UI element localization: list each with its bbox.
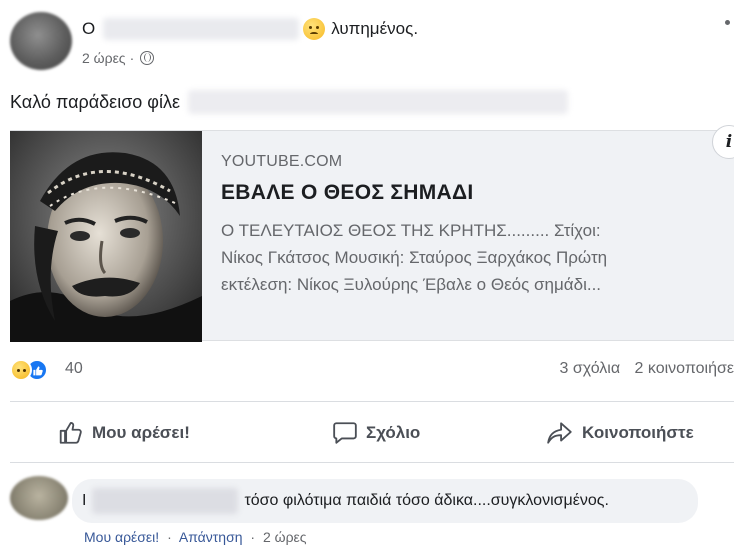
globe-icon[interactable] xyxy=(140,51,155,65)
card-description-line: Νίκος Γκάτσος Μουσική: Σταύρος Ξαρχάκος … xyxy=(221,248,608,267)
comment-reply-link[interactable]: Απάντηση xyxy=(179,529,243,545)
author-prefix: Ο xyxy=(82,19,96,38)
link-preview-card[interactable]: YOUTUBE.COM ΕΒΑΛΕ Ο ΘΕΟΣ ΣΗΜΑΔΙ Ο ΤΕΛΕΥΤ… xyxy=(10,125,734,342)
more-options-icon[interactable] xyxy=(725,20,730,25)
comment: Ι τόσο φιλότιμα παιδιά τόσο άδικα....συγ… xyxy=(0,466,734,549)
reaction-icons[interactable] xyxy=(10,359,50,381)
like-button[interactable]: Μου αρέσει! xyxy=(58,418,190,448)
author-avatar[interactable] xyxy=(10,12,72,70)
post-header: Ο λυπημένος. 2 ώρες · xyxy=(0,0,734,80)
feeling-text: λυπημένος. xyxy=(331,19,419,38)
post-text-content: Καλό παράδεισο φίλε xyxy=(10,91,181,112)
post-meta: 2 ώρες · xyxy=(82,50,155,66)
reaction-count[interactable]: 40 xyxy=(65,360,83,378)
sad-reaction-icon xyxy=(10,359,32,381)
card-description: Ο ΤΕΛΕΥΤΑΙΟΣ ΘΕΟΣ ΤΗΣ ΚΡΗΤΗΣ......... Στ… xyxy=(221,217,726,298)
thumbnail-portrait-image xyxy=(10,131,202,342)
author-line: Ο λυπημένος. xyxy=(82,18,418,40)
shares-count[interactable]: 2 κοινοποιήσε xyxy=(635,360,734,377)
commenter-name-blurred[interactable] xyxy=(92,488,239,514)
card-description-line: εκτέλεση: Νίκος Ξυλούρης Έβαλε ο Θεός ση… xyxy=(221,275,602,294)
post-stats: 3 σχόλια 2 κοινοποιήσε xyxy=(560,360,734,378)
comment-time[interactable]: 2 ώρες xyxy=(263,529,307,545)
comment-meta-separator: · xyxy=(167,529,172,545)
share-arrow-icon xyxy=(547,422,572,444)
comment-bubble-icon xyxy=(333,422,357,444)
divider xyxy=(10,462,734,463)
comments-count[interactable]: 3 σχόλια xyxy=(560,360,621,377)
action-bar: Μου αρέσει! Σχόλιο Κοινοποιήστε xyxy=(10,408,734,456)
share-label: Κοινοποιήστε xyxy=(582,423,694,442)
share-button[interactable]: Κοινοποιήστε xyxy=(546,418,694,448)
like-label: Μου αρέσει! xyxy=(92,423,190,442)
meta-separator: · xyxy=(129,50,135,66)
comment-label: Σχόλιο xyxy=(366,423,421,442)
sad-feeling-icon xyxy=(303,18,326,40)
comment-like-link[interactable]: Μου αρέσει! xyxy=(84,529,159,545)
card-text: YOUTUBE.COM ΕΒΑΛΕ Ο ΘΕΟΣ ΣΗΜΑΔΙ Ο ΤΕΛΕΥΤ… xyxy=(221,153,726,298)
card-domain: YOUTUBE.COM xyxy=(221,153,343,170)
tagged-name-blurred[interactable] xyxy=(188,90,569,114)
divider xyxy=(10,401,734,402)
post-text: Καλό παράδεισο φίλε xyxy=(10,90,569,114)
post-time[interactable]: 2 ώρες xyxy=(82,50,126,66)
card-title[interactable]: ΕΒΑΛΕ Ο ΘΕΟΣ ΣΗΜΑΔΙ xyxy=(221,181,726,205)
comment-button[interactable]: Σχόλιο xyxy=(332,418,420,448)
reactions-row: 40 3 σχόλια 2 κοινοποιήσε xyxy=(10,355,734,385)
comment-text: τόσο φιλότιμα παιδιά τόσο άδικα....συγκλ… xyxy=(244,492,609,509)
video-thumbnail[interactable] xyxy=(10,131,202,342)
thumbs-up-icon xyxy=(59,422,82,444)
author-name-blurred[interactable] xyxy=(103,18,300,40)
comment-meta: Μου αρέσει! · Απάντηση · 2 ώρες xyxy=(84,529,307,545)
comment-meta-separator: · xyxy=(250,529,256,545)
card-description-line: Ο ΤΕΛΕΥΤΑΙΟΣ ΘΕΟΣ ΤΗΣ ΚΡΗΤΗΣ......... Στ… xyxy=(221,221,601,240)
comment-bubble: Ι τόσο φιλότιμα παιδιά τόσο άδικα....συγ… xyxy=(72,479,698,523)
commenter-initial[interactable]: Ι xyxy=(82,492,86,510)
commenter-avatar[interactable] xyxy=(10,476,68,520)
